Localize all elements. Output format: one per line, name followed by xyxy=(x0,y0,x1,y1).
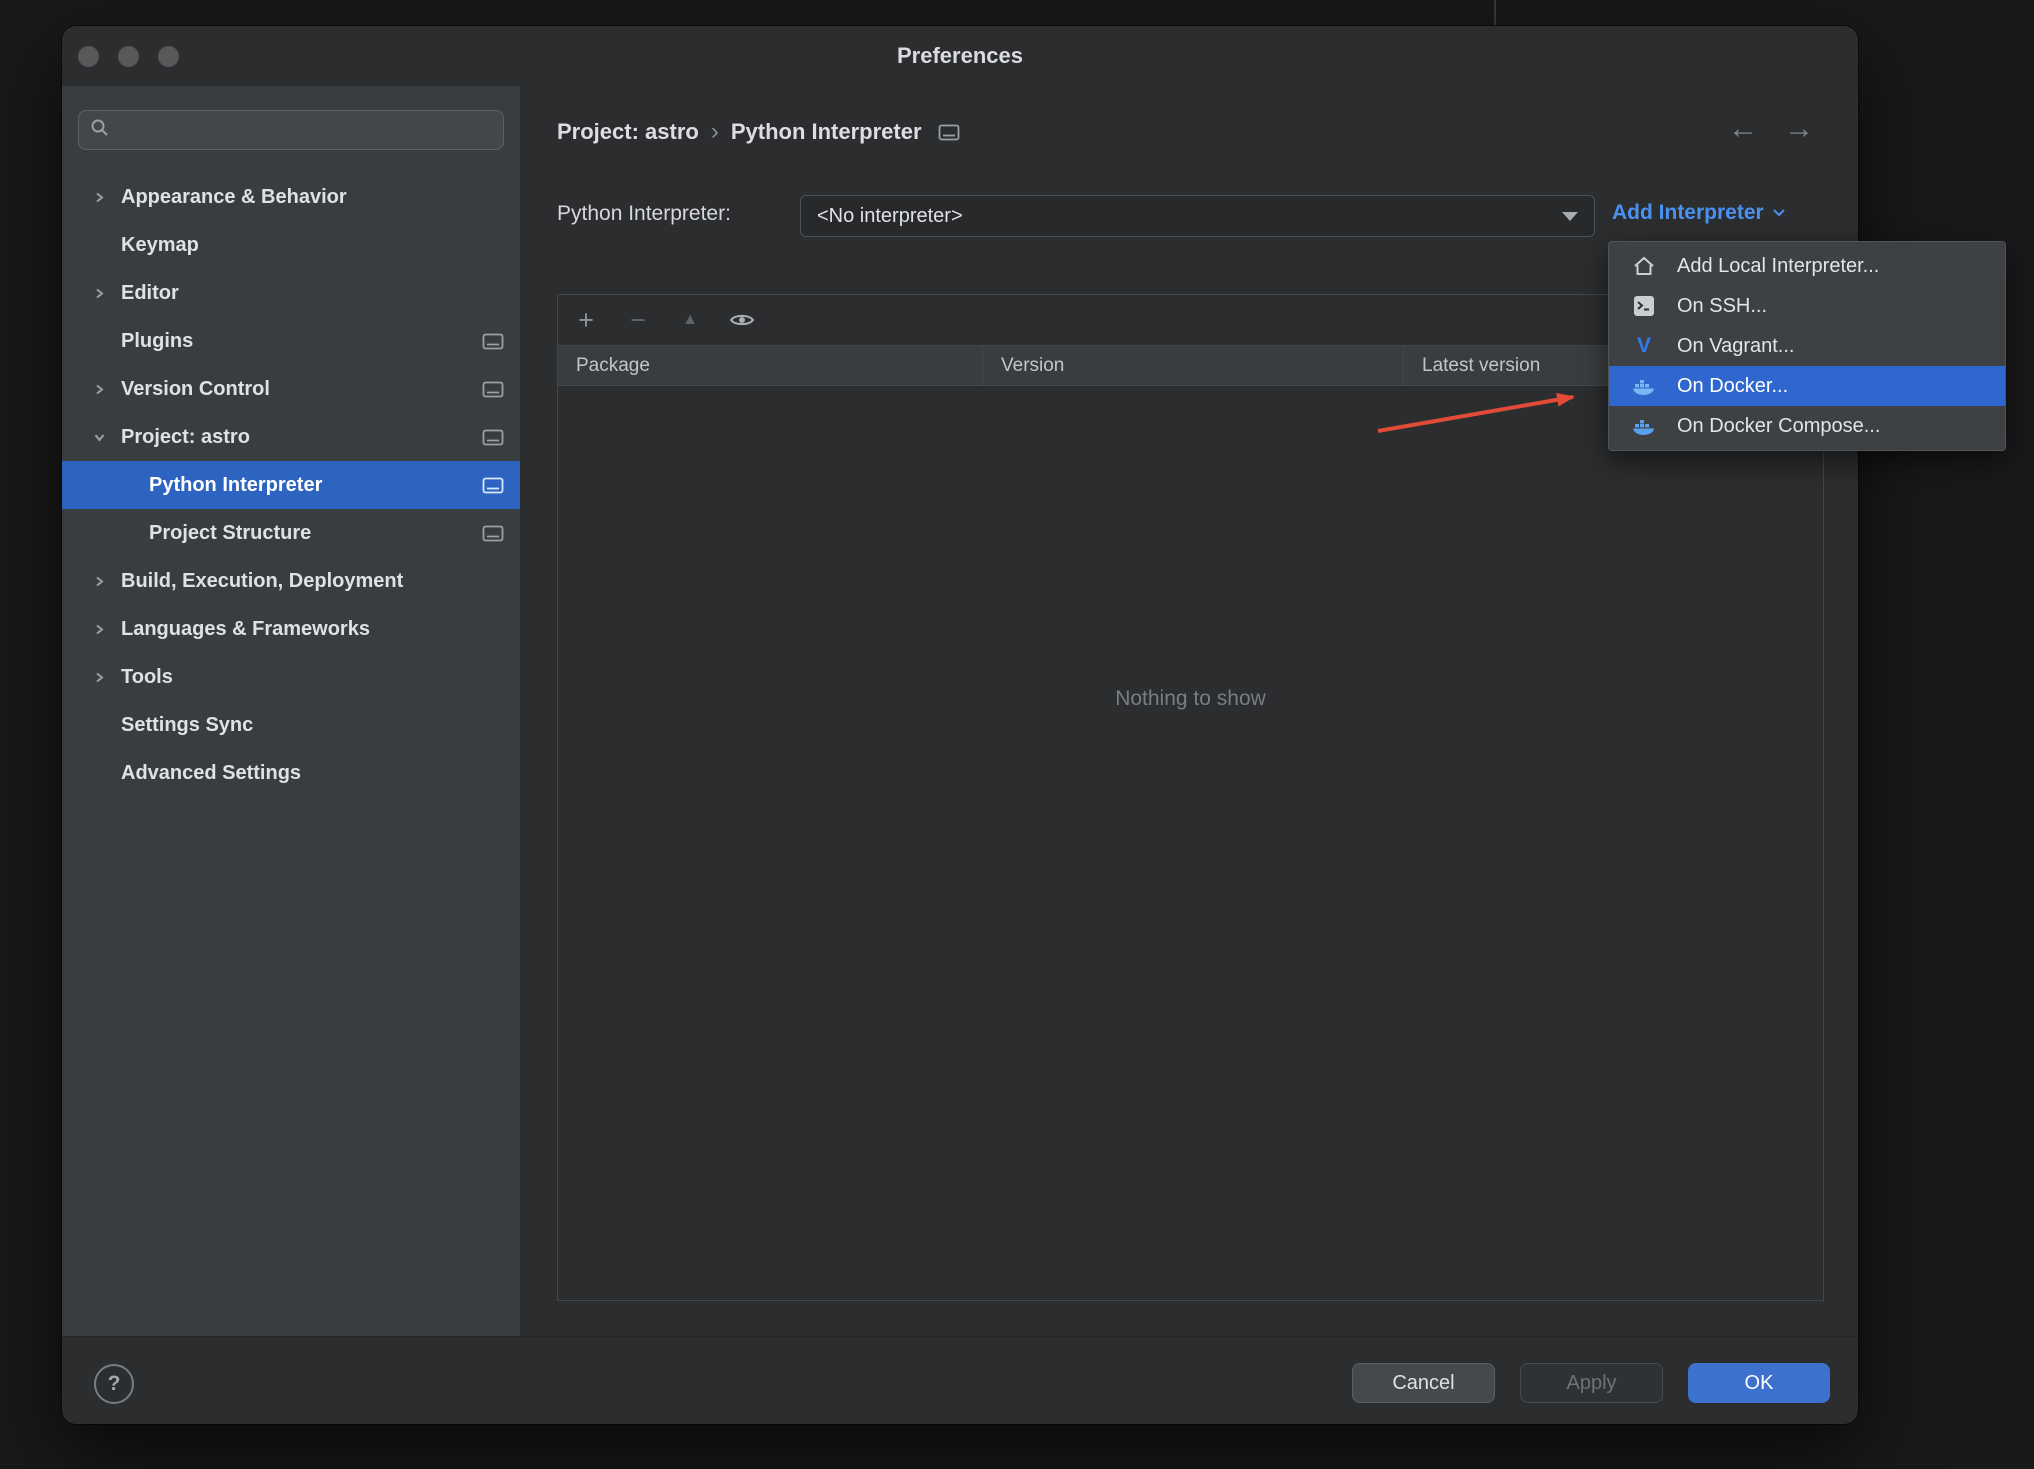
window-title: Preferences xyxy=(897,43,1023,68)
preferences-dialog: Preferences Appearance & Behavior Keymap xyxy=(62,26,1858,1424)
home-icon xyxy=(1631,256,1657,276)
chevron-right-icon[interactable] xyxy=(86,191,112,204)
cancel-button[interactable]: Cancel xyxy=(1352,1363,1495,1403)
forward-arrow-icon[interactable]: → xyxy=(1784,112,1814,146)
empty-table-message: Nothing to show xyxy=(1115,687,1266,710)
sidebar-item-label: Python Interpreter xyxy=(149,473,323,496)
sidebar-item-version-control[interactable]: Version Control xyxy=(62,365,520,413)
menu-item-label: On Docker Compose... xyxy=(1677,414,1881,437)
sidebar-item-editor[interactable]: Editor xyxy=(62,269,520,317)
sidebar-item-build-execution-deployment[interactable]: Build, Execution, Deployment xyxy=(62,557,520,605)
docker-icon xyxy=(1631,377,1657,396)
vagrant-icon: V xyxy=(1636,334,1651,357)
sidebar-item-label: Advanced Settings xyxy=(121,761,302,784)
chevron-right-icon[interactable] xyxy=(86,623,112,636)
sidebar-item-label: Editor xyxy=(121,281,179,304)
menu-item-on-vagrant[interactable]: V On Vagrant... xyxy=(1609,326,2005,366)
column-header-package[interactable]: Package xyxy=(558,346,983,385)
chevron-right-icon[interactable] xyxy=(86,575,112,588)
column-header-version[interactable]: Version xyxy=(983,346,1404,385)
breadcrumb-project[interactable]: Project: astro xyxy=(557,119,699,145)
sidebar-item-label: Keymap xyxy=(121,233,199,256)
search-icon xyxy=(89,117,111,144)
add-package-button[interactable]: + xyxy=(572,306,600,334)
sidebar-item-label: Tools xyxy=(121,665,173,688)
add-interpreter-link[interactable]: Add Interpreter xyxy=(1612,201,1786,225)
sidebar-item-label: Project: astro xyxy=(121,425,250,448)
docker-icon xyxy=(1631,417,1657,436)
project-scope-icon xyxy=(482,477,504,494)
sidebar-item-label: Languages & Frameworks xyxy=(121,617,370,640)
sidebar-item-appearance-behavior[interactable]: Appearance & Behavior xyxy=(62,173,520,221)
menu-item-label: On Vagrant... xyxy=(1677,334,1795,357)
sidebar-item-project-astro[interactable]: Project: astro xyxy=(62,413,520,461)
menu-item-label: Add Local Interpreter... xyxy=(1677,254,1880,277)
menu-item-on-ssh[interactable]: On SSH... xyxy=(1609,286,2005,326)
breadcrumb: Project: astro › Python Interpreter xyxy=(557,118,960,146)
menu-item-add-local-interpreter[interactable]: Add Local Interpreter... xyxy=(1609,246,2005,286)
menu-item-on-docker[interactable]: On Docker... xyxy=(1609,366,2005,406)
search-input[interactable] xyxy=(119,119,493,141)
sidebar-item-label: Build, Execution, Deployment xyxy=(121,569,404,592)
chevron-down-icon xyxy=(1772,209,1785,217)
project-scope-icon xyxy=(482,525,504,542)
chevron-right-icon[interactable] xyxy=(86,287,112,300)
interpreter-select[interactable]: <No interpreter> xyxy=(800,195,1595,237)
menu-item-label: On Docker... xyxy=(1677,374,1789,397)
sidebar-item-advanced-settings[interactable]: Advanced Settings xyxy=(62,749,520,797)
breadcrumb-separator: › xyxy=(710,118,719,145)
sidebar-item-project-structure[interactable]: Project Structure xyxy=(62,509,520,557)
chevron-right-icon[interactable] xyxy=(86,671,112,684)
settings-search-field[interactable] xyxy=(78,110,504,150)
project-scope-icon xyxy=(482,333,504,350)
sidebar-item-settings-sync[interactable]: Settings Sync xyxy=(62,701,520,749)
sidebar-item-label: Settings Sync xyxy=(121,713,254,736)
project-scope-icon xyxy=(938,124,960,141)
sidebar-item-languages-frameworks[interactable]: Languages & Frameworks xyxy=(62,605,520,653)
eye-icon[interactable] xyxy=(728,306,756,334)
ssh-terminal-icon xyxy=(1631,295,1657,317)
apply-button[interactable]: Apply xyxy=(1520,1363,1663,1403)
upgrade-package-button[interactable]: ▲ xyxy=(676,306,704,334)
project-scope-icon xyxy=(482,429,504,446)
add-interpreter-label: Add Interpreter xyxy=(1612,201,1764,224)
chevron-down-icon xyxy=(1562,211,1578,221)
settings-tree: Appearance & Behavior Keymap Editor Plug… xyxy=(62,173,520,797)
background-artifact xyxy=(1494,0,1496,26)
settings-sidebar: Appearance & Behavior Keymap Editor Plug… xyxy=(62,86,520,1336)
sidebar-item-plugins[interactable]: Plugins xyxy=(62,317,520,365)
chevron-right-icon[interactable] xyxy=(86,383,112,396)
help-button[interactable]: ? xyxy=(94,1364,134,1404)
menu-item-on-docker-compose[interactable]: On Docker Compose... xyxy=(1609,406,2005,446)
sidebar-item-label: Version Control xyxy=(121,377,270,400)
chevron-down-icon[interactable] xyxy=(86,431,112,444)
sidebar-item-python-interpreter[interactable]: Python Interpreter xyxy=(62,461,520,509)
remove-package-button[interactable]: − xyxy=(624,306,652,334)
sidebar-item-label: Plugins xyxy=(121,329,194,352)
ok-button[interactable]: OK xyxy=(1688,1363,1830,1403)
add-interpreter-menu: Add Local Interpreter... On SSH... V On … xyxy=(1608,241,2006,451)
menu-item-label: On SSH... xyxy=(1677,294,1768,317)
interpreter-field-label: Python Interpreter: xyxy=(557,202,731,225)
back-arrow-icon[interactable]: ← xyxy=(1728,112,1758,146)
sidebar-item-label: Appearance & Behavior xyxy=(121,185,347,208)
project-scope-icon xyxy=(482,381,504,398)
sidebar-item-label: Project Structure xyxy=(149,521,312,544)
breadcrumb-page: Python Interpreter xyxy=(730,119,922,144)
sidebar-item-keymap[interactable]: Keymap xyxy=(62,221,520,269)
titlebar: Preferences xyxy=(62,26,1858,86)
sidebar-item-tools[interactable]: Tools xyxy=(62,653,520,701)
interpreter-select-value: <No interpreter> xyxy=(817,204,963,227)
dialog-footer: ? Cancel Apply OK xyxy=(62,1336,1858,1424)
